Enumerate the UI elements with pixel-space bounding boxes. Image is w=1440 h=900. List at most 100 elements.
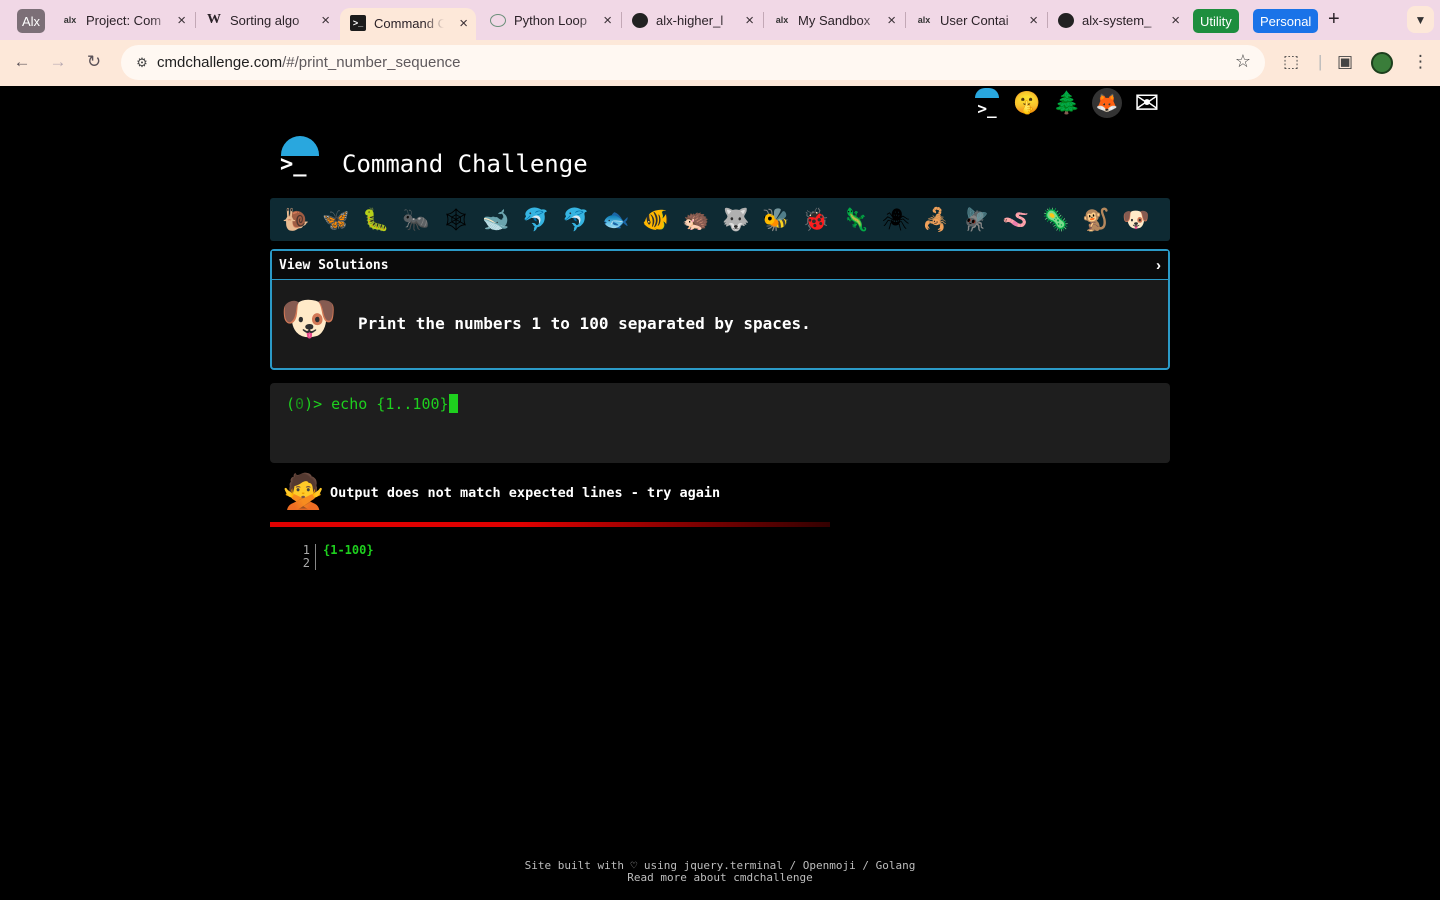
output-text: {1-100} <box>323 543 374 557</box>
tab-title: Python Loop <box>514 12 588 28</box>
tab-title: Sorting algo <box>230 12 300 28</box>
tab-strip: Alx alx Project: Com × W Sorting algo × … <box>0 0 1440 40</box>
tab-title: User Contai <box>940 12 1009 28</box>
evergreen-tree-icon[interactable]: 🌲 <box>1052 88 1082 118</box>
challenge-emoji-13[interactable]: 🐝 <box>756 207 796 233</box>
reload-icon: ↻ <box>86 52 102 71</box>
tab-group-personal[interactable]: Personal <box>1253 9 1319 33</box>
command-text: echo {1..100} <box>331 395 449 413</box>
challenge-emoji-14[interactable]: 🐞 <box>796 207 836 233</box>
tab-title: alx-higher_l <box>656 12 724 28</box>
result-text: Output does not match expected lines - t… <box>330 485 721 501</box>
alx-icon: alx <box>775 15 789 25</box>
page-content: >_ 🤫 🌲 🦊 ✉ >_ Command Challenge 🐌 🦋 🐛 🐜 🕸 🐋 🐬 🐬… <box>0 86 1440 900</box>
gesturing-no-icon: 🙅 <box>282 473 325 511</box>
url-path: /#/print_number_sequence <box>282 54 461 71</box>
avatar[interactable] <box>1371 52 1393 74</box>
browser-toolbar: ← → ↻ ⚙ cmdchallenge.com/#/print_number_… <box>0 40 1440 86</box>
tab-title: My Sandbox <box>798 12 871 28</box>
close-icon[interactable]: × <box>177 12 186 29</box>
tab-title: alx-system_ <box>1082 12 1152 28</box>
toolbar-divider: | <box>1318 52 1323 71</box>
tab-group-utility[interactable]: Utility <box>1193 9 1239 33</box>
view-solutions-toggle[interactable]: View Solutions › <box>272 251 1168 280</box>
challenge-emoji-19[interactable]: 🪱 <box>996 207 1036 233</box>
tab-my-sandbox[interactable]: alx My Sandbox × <box>764 6 904 34</box>
bookmark-star-icon[interactable]: ☆ <box>1235 51 1251 72</box>
site-logo[interactable]: >_ <box>278 134 322 178</box>
envelope-icon[interactable]: ✉ <box>1132 87 1162 120</box>
tab-search-button[interactable]: ▼ <box>1407 6 1434 33</box>
prompt-symbol: )> <box>304 395 332 413</box>
challenge-emoji-7[interactable]: 🐬 <box>516 207 556 233</box>
challenge-selector: 🐌 🦋 🐛 🐜 🕸 🐋 🐬 🐬 🐟 🐠 🦔 🐺 🐝 🐞 🦎 🕷 🦂 🪰 🪱 🦠 🐒 🐶 <box>270 198 1170 241</box>
github-icon <box>632 12 648 28</box>
tab-title: Project: Com <box>86 12 162 28</box>
reload-button[interactable]: ↻ <box>82 52 106 72</box>
challenge-emoji-20[interactable]: 🦠 <box>1036 207 1076 233</box>
challenge-emoji-16[interactable]: 🕷 <box>876 207 916 233</box>
tab-sorting[interactable]: W Sorting algo × <box>196 6 338 34</box>
gitlab-icon[interactable]: 🦊 <box>1092 88 1122 118</box>
tab-user-container[interactable]: alx User Contai × <box>906 6 1046 34</box>
footer: Site built with ♡ using jquery.terminal … <box>0 860 1440 884</box>
challenge-emoji-8[interactable]: 🐬 <box>556 207 596 233</box>
side-panel-icon[interactable]: ▣ <box>1337 52 1353 72</box>
back-button[interactable]: ← <box>10 52 34 72</box>
close-icon[interactable]: × <box>745 12 754 29</box>
challenge-emoji-10[interactable]: 🐠 <box>636 207 676 233</box>
challenge-emoji-18[interactable]: 🪰 <box>956 207 996 233</box>
site-info-icon[interactable]: ⚙ <box>129 50 155 76</box>
alx-icon: alx <box>917 15 931 25</box>
forward-button[interactable]: → <box>46 52 70 72</box>
chatgpt-icon <box>490 13 506 27</box>
challenge-emoji-21[interactable]: 🐒 <box>1076 207 1116 233</box>
challenge-emoji-15[interactable]: 🦎 <box>836 207 876 233</box>
output-line: 1 {1-100} <box>300 544 374 557</box>
prompt-count: 0 <box>295 395 305 413</box>
challenge-emoji-6[interactable]: 🐋 <box>476 207 516 233</box>
arrow-right-icon: → <box>49 52 67 71</box>
challenge-emoji-12[interactable]: 🐺 <box>716 207 756 233</box>
new-tab-button[interactable]: + <box>1328 8 1340 31</box>
challenge-emoji-2[interactable]: 🦋 <box>316 207 356 233</box>
url-domain: cmdchallenge.com <box>157 54 283 71</box>
line-number: 2 <box>300 557 316 570</box>
tab-alx-system[interactable]: alx-system_ × <box>1048 6 1188 34</box>
close-icon[interactable]: × <box>887 12 896 29</box>
challenge-emoji-22[interactable]: 🐶 <box>1116 207 1156 233</box>
address-bar[interactable]: ⚙ cmdchallenge.com/#/print_number_sequen… <box>121 45 1265 80</box>
tab-alx-higher[interactable]: alx-higher_l × <box>622 6 762 34</box>
close-icon[interactable]: × <box>321 12 330 29</box>
extensions-icon[interactable]: ⬚ <box>1283 52 1299 72</box>
footer-read-more-link[interactable]: Read more about cmdchallenge <box>0 872 1440 884</box>
url-text[interactable]: cmdchallenge.com/#/print_number_sequence <box>157 54 461 71</box>
challenge-emoji-5[interactable]: 🕸 <box>436 207 476 233</box>
tab-python-loop[interactable]: Python Loop × <box>480 6 620 34</box>
menu-icon[interactable]: ⋮ <box>1412 52 1429 72</box>
challenge-emoji-3[interactable]: 🐛 <box>356 207 396 233</box>
wikipedia-icon: W <box>207 12 221 27</box>
terminal-prompt-line[interactable]: (0)> echo {1..100} <box>286 394 458 413</box>
terminal-logo-icon[interactable]: >_ <box>972 88 1002 118</box>
result-bar <box>270 522 830 527</box>
challenge-emoji-1[interactable]: 🐌 <box>276 207 316 233</box>
challenge-emoji-17[interactable]: 🦂 <box>916 207 956 233</box>
output-view: 1 {1-100} 2 <box>300 544 374 570</box>
close-icon[interactable]: × <box>459 15 468 32</box>
tab-command-challenge[interactable]: >_ Command C × <box>340 8 476 40</box>
dog-face-icon: 🐶 <box>280 292 338 344</box>
tab-group-alx[interactable]: Alx <box>17 9 45 33</box>
header-links: >_ 🤫 🌲 🦊 ✉ <box>972 87 1162 126</box>
challenge-description: Print the numbers 1 to 100 separated by … <box>358 314 811 333</box>
close-icon[interactable]: × <box>1029 12 1038 29</box>
close-icon[interactable]: × <box>1171 12 1180 29</box>
shushing-face-icon[interactable]: 🤫 <box>1012 88 1042 118</box>
challenge-emoji-4[interactable]: 🐜 <box>396 207 436 233</box>
terminal-cursor <box>448 394 458 413</box>
terminal-input[interactable]: (0)> echo {1..100} <box>270 383 1170 463</box>
challenge-emoji-9[interactable]: 🐟 <box>596 207 636 233</box>
tab-project[interactable]: alx Project: Com × <box>52 6 194 34</box>
challenge-emoji-11[interactable]: 🦔 <box>676 207 716 233</box>
close-icon[interactable]: × <box>603 12 612 29</box>
